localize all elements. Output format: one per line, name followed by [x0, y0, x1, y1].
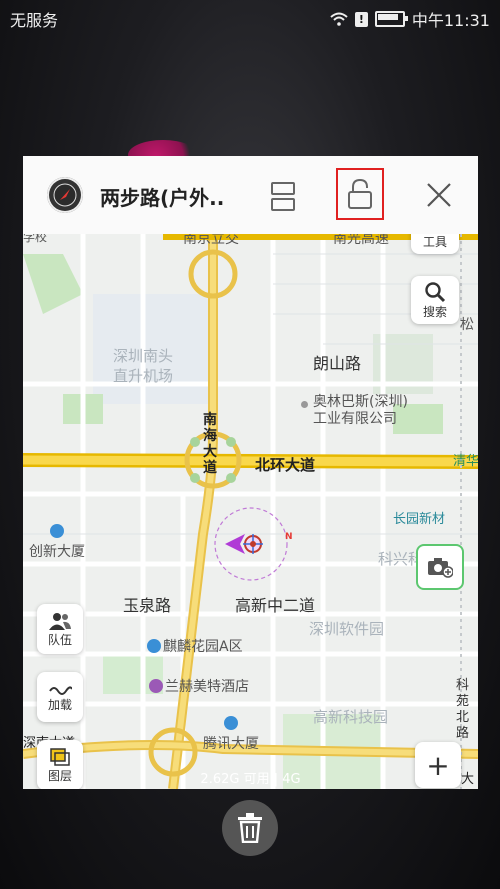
poi-dot-icon — [301, 401, 308, 408]
status-bar: 无服务 ! 中午11:31 — [0, 0, 500, 34]
compass-app-icon — [47, 177, 83, 213]
memory-info: 2.62G 可用 | 4G — [200, 772, 301, 787]
search-button[interactable]: 搜索 — [411, 276, 459, 324]
map-view[interactable]: 南京立交 南光高速 学校 深圳南头 直升机场 朗山路 奥林巴斯(深圳) 工业有限… — [23, 234, 478, 789]
map-label-qinghua: 清华 — [453, 454, 478, 469]
team-icon — [49, 612, 71, 630]
map-label-airport: 深圳南头 直升机场 — [113, 347, 174, 385]
map-label-nanjing: 南京立交 — [183, 234, 239, 247]
layers-icon — [50, 747, 70, 766]
park-icon — [147, 639, 161, 653]
tools-button[interactable]: 工具 — [411, 234, 459, 254]
map-label-yuquan: 玉泉路 — [123, 596, 172, 615]
map-label-keyuan: 科 苑 北 路 — [456, 678, 470, 741]
map-poi-qilin: 麒麟花园A区 — [147, 636, 243, 656]
compass-north: N — [285, 532, 293, 542]
clock: 中午11:31 — [411, 11, 490, 30]
map-label-gaoxin-tech: 高新科技园 — [313, 708, 389, 726]
close-card-button[interactable] — [425, 181, 453, 209]
map-poi-lanhe: 兰赫美特酒店 — [149, 676, 249, 696]
lock-app-button[interactable] — [336, 168, 384, 220]
trash-icon — [238, 813, 262, 843]
card-header: 两步路(户外.. — [23, 156, 478, 234]
navigation-arrow-icon — [225, 534, 263, 554]
clear-all-button[interactable] — [222, 800, 278, 856]
load-track-button[interactable]: 加载 — [37, 672, 83, 722]
map-poi-tencent: 腾讯大厦 — [203, 716, 259, 753]
wifi-icon — [330, 12, 348, 26]
camera-add-icon — [428, 558, 453, 578]
map-label-changyuan: 长园新材 — [393, 512, 446, 527]
map-poi-olympus: 奥林巴斯(深圳) 工业有限公司 — [301, 394, 408, 428]
map-label-nanguang: 南光高速 — [333, 234, 389, 247]
app-title: 两步路(户外.. — [100, 186, 225, 210]
map-poi-chuangxin: 创新大厦 — [29, 524, 85, 561]
camera-button[interactable] — [416, 544, 464, 590]
building-icon — [50, 524, 64, 538]
map-label-song: 松 — [460, 317, 474, 333]
search-icon — [425, 281, 446, 302]
map-label-beihuan: 北环大道 — [255, 456, 316, 474]
close-icon — [427, 183, 451, 207]
location-marker: N — [223, 530, 293, 558]
building-icon — [224, 716, 238, 730]
recent-app-card[interactable]: 两步路(户外.. 南京立交 南光高速 学校 深圳南头 直升机场 朗山路 奥林巴斯… — [23, 156, 478, 789]
map-label-langshan: 朗山路 — [313, 354, 362, 373]
carrier-text: 无服务 — [10, 11, 59, 30]
track-wave-icon — [49, 685, 72, 695]
split-screen-button[interactable] — [271, 182, 295, 211]
split-screen-icon — [271, 182, 295, 195]
map-label-software-park: 深圳软件园 — [309, 620, 385, 638]
team-button[interactable]: 队伍 — [37, 604, 83, 654]
battery-icon — [374, 11, 408, 27]
map-label-school: 学校 — [23, 234, 48, 244]
hotel-icon — [149, 679, 163, 693]
map-label-nanhai: 南 海 大 道 — [203, 412, 217, 476]
map-label-gaoxin2: 高新中二道 — [235, 596, 316, 615]
status-icons: ! 中午11:31 — [330, 7, 490, 31]
unlock-icon — [348, 178, 372, 209]
sim-alert-icon: ! — [354, 11, 368, 27]
